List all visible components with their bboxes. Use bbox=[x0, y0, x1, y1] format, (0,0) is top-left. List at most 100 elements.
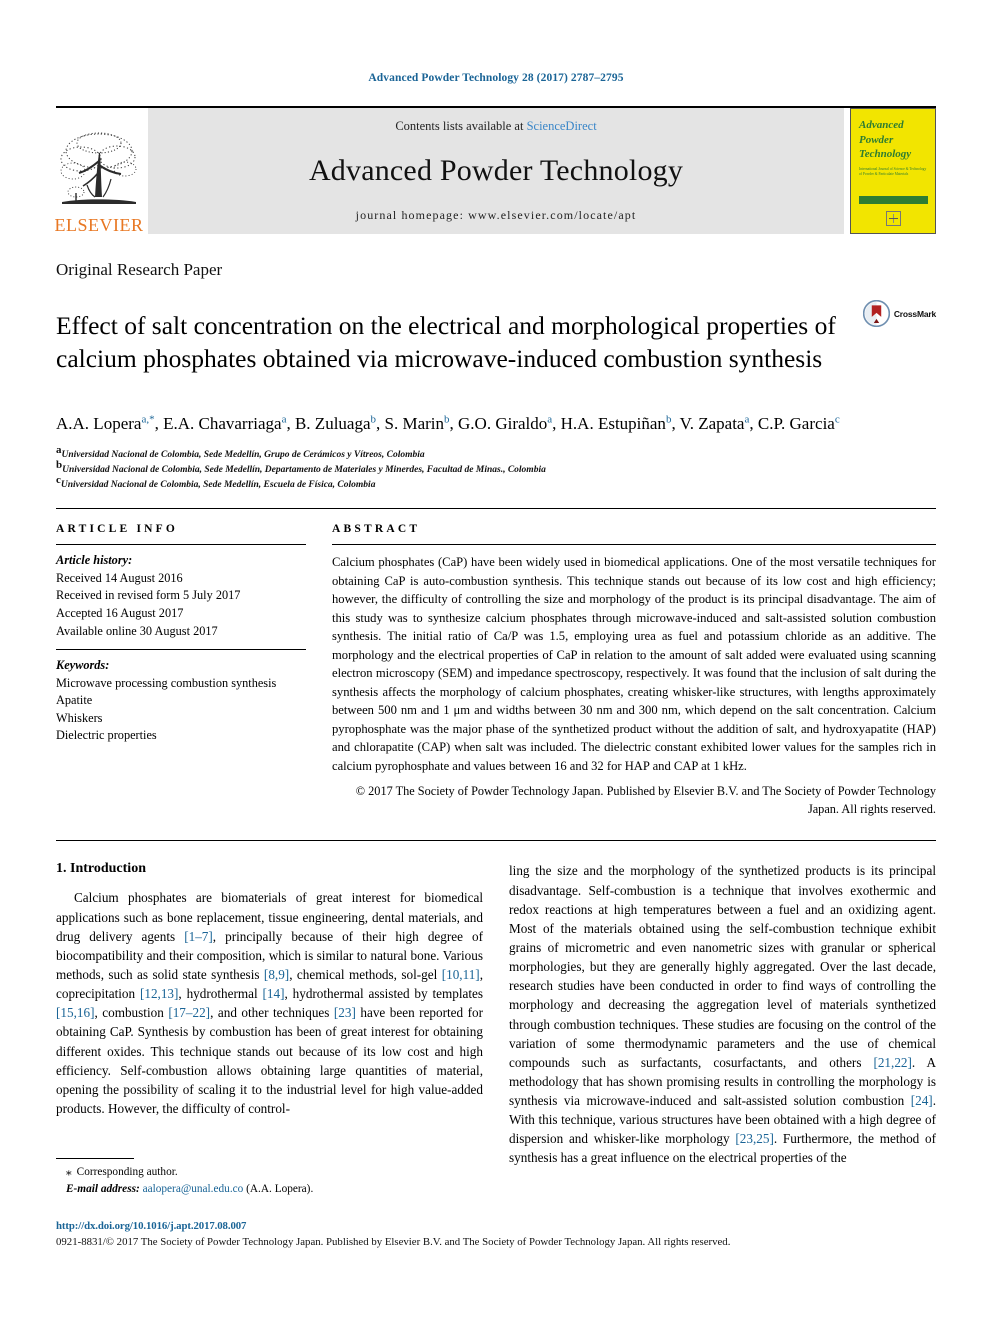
keywords-items: Microwave processing combustion synthesi… bbox=[56, 675, 306, 745]
citation-link[interactable]: [1–7] bbox=[184, 929, 213, 944]
article-history-label: Article history: bbox=[56, 553, 133, 568]
abstract-column: ABSTRACT Calcium phosphates (CaP) have b… bbox=[332, 523, 936, 818]
author-list: A.A. Loperaa,*, E.A. Chavarriagaa, B. Zu… bbox=[56, 413, 840, 433]
author-name: C.P. Garcia bbox=[757, 413, 835, 433]
cover-title-line2: Powder bbox=[859, 133, 894, 146]
citation-link[interactable]: [14] bbox=[262, 986, 284, 1001]
journal-cover-thumbnail: Advanced Powder Technology International… bbox=[850, 108, 936, 234]
citation-link[interactable]: [12,13] bbox=[140, 986, 178, 1001]
author-affiliation-mark: a,* bbox=[141, 413, 155, 426]
cover-title-line3: Technology bbox=[859, 148, 912, 161]
article-info-column: ARTICLE INFO Article history: Received 1… bbox=[56, 523, 306, 818]
doi-link[interactable]: http://dx.doi.org/10.1016/j.apt.2017.08.… bbox=[56, 1218, 936, 1234]
cover-publisher-mark bbox=[859, 211, 928, 227]
author-affiliation-mark: a bbox=[744, 413, 750, 426]
running-head: Advanced Powder Technology 28 (2017) 278… bbox=[368, 72, 624, 84]
citation-link[interactable]: [24] bbox=[911, 1093, 933, 1108]
citation-link[interactable]: [15,16] bbox=[56, 1005, 94, 1020]
citation-link[interactable]: [10,11] bbox=[442, 967, 480, 982]
affiliation-item: aUniversidad Nacional de Colombia, Sede … bbox=[56, 443, 425, 461]
author-name: S. Marin bbox=[384, 413, 445, 433]
affiliation-list: aUniversidad Nacional de Colombia, Sede … bbox=[56, 443, 936, 492]
citation-link[interactable]: [23,25] bbox=[735, 1131, 773, 1146]
cover-title-line1: Advanced bbox=[859, 119, 904, 131]
article-history-item: Received 14 August 2016 bbox=[56, 570, 183, 585]
cover-title: Advanced Powder Technology bbox=[859, 118, 928, 162]
email-suffix: (A.A. Lopera). bbox=[246, 1182, 314, 1195]
affiliation-mark: c bbox=[56, 473, 61, 486]
author-name: H.A. Estupiñan bbox=[560, 413, 666, 433]
author-name: V. Zapata bbox=[679, 413, 745, 433]
crossmark-label: CrossMark bbox=[893, 308, 936, 319]
article-history-block: Article history: Received 14 August 2016… bbox=[56, 545, 306, 649]
corresponding-author-line: ⁎ Corresponding author. bbox=[56, 1164, 476, 1181]
paper-page: Advanced Powder Technology 28 (2017) 278… bbox=[0, 0, 992, 1323]
cover-green-bar bbox=[859, 196, 928, 204]
citation-link[interactable]: [8,9] bbox=[264, 967, 289, 982]
title-row: Effect of salt concentration on the elec… bbox=[56, 292, 936, 393]
journal-homepage-link[interactable]: journal homepage: www.elsevier.com/locat… bbox=[356, 208, 637, 223]
article-history-items: Received 14 August 2016 Received in revis… bbox=[56, 570, 306, 640]
issn-copyright-line: 0921-8831/© 2017 The Society of Powder T… bbox=[56, 1236, 731, 1249]
citation-link[interactable]: [23] bbox=[334, 1005, 356, 1020]
article-history-item: Available online 30 August 2017 bbox=[56, 623, 218, 638]
sciencedirect-link[interactable]: ScienceDirect bbox=[527, 119, 597, 133]
author-affiliation-mark: b bbox=[665, 413, 672, 426]
affiliation-item: bUniversidad Nacional de Colombia, Sede … bbox=[56, 458, 546, 475]
page-title: Effect of salt concentration on the elec… bbox=[56, 311, 836, 374]
corresponding-author-text: Corresponding author. bbox=[76, 1166, 178, 1178]
intro-paragraph-right: ling the size and the morphology of the … bbox=[509, 863, 936, 1166]
body-column-right: ling the size and the morphology of the … bbox=[509, 861, 936, 1167]
info-abstract-block: ARTICLE INFO Article history: Received 1… bbox=[56, 508, 936, 818]
keywords-block: Keywords: Microwave processing combustio… bbox=[56, 650, 306, 745]
journal-title: Advanced Powder Technology bbox=[308, 154, 684, 187]
crossmark-badge[interactable]: CrossMark bbox=[862, 292, 936, 327]
affiliation-mark: b bbox=[56, 458, 63, 471]
abstract-copyright: © 2017 The Society of Powder Technology … bbox=[355, 784, 936, 817]
author-name: G.O. Giraldo bbox=[458, 413, 548, 433]
journal-band: Contents lists available at ScienceDirec… bbox=[148, 108, 844, 234]
body-columns: 1. Introduction Calcium phosphates are b… bbox=[56, 840, 936, 1167]
intro-paragraph-left: Calcium phosphates are biomaterials of g… bbox=[56, 890, 483, 1116]
email-link[interactable]: aalopera@unal.edu.co bbox=[143, 1183, 244, 1195]
citation-link[interactable]: [17–22] bbox=[168, 1005, 210, 1020]
author-affiliation-mark: a bbox=[547, 413, 553, 426]
keyword-item: Dielectric properties bbox=[56, 728, 157, 743]
keyword-item: Apatite bbox=[56, 693, 93, 708]
author-name: E.A. Chavarriaga bbox=[163, 413, 282, 433]
keywords-label: Keywords: bbox=[56, 658, 110, 673]
author-affiliation-mark: b bbox=[370, 413, 377, 426]
elsevier-mark-icon bbox=[886, 211, 901, 226]
elsevier-tree-icon bbox=[60, 132, 137, 204]
abstract-heading: ABSTRACT bbox=[332, 523, 421, 536]
crossmark-icon bbox=[862, 300, 890, 327]
cover-spacer bbox=[859, 178, 928, 196]
author-affiliation-mark: a bbox=[281, 413, 287, 426]
citation-link[interactable]: [21,22] bbox=[873, 1055, 911, 1070]
author-name: A.A. Lopera bbox=[56, 413, 142, 433]
email-line: E-mail address: aalopera@unal.edu.co (A.… bbox=[56, 1181, 476, 1198]
keyword-item: Microwave processing combustion synthesi… bbox=[56, 675, 277, 690]
author-name: B. Zuluaga bbox=[294, 413, 371, 433]
asterisk-icon: ⁎ bbox=[66, 1166, 72, 1178]
email-label: E-mail address: bbox=[66, 1182, 140, 1195]
contents-prefix: Contents lists available at bbox=[395, 119, 527, 133]
cover-subtitle: International Journal of Science & Techn… bbox=[859, 166, 927, 177]
article-info-heading: ARTICLE INFO bbox=[56, 523, 179, 536]
elsevier-logo: ELSEVIER bbox=[54, 108, 144, 235]
affiliation-item: cUniversidad Nacional de Colombia, Sede … bbox=[56, 473, 376, 490]
keyword-item: Whiskers bbox=[56, 710, 103, 725]
corresponding-author-footnote: ⁎ Corresponding author. E-mail address: a… bbox=[56, 1158, 476, 1198]
journal-masthead: ELSEVIER Contents lists available at Sci… bbox=[54, 106, 936, 235]
page-footer: http://dx.doi.org/10.1016/j.apt.2017.08.… bbox=[56, 1218, 936, 1250]
author-affiliation-mark: c bbox=[834, 413, 840, 426]
affiliation-mark: a bbox=[56, 443, 62, 456]
author-affiliation-mark: b bbox=[444, 413, 450, 426]
article-history-item: Received in revised form 5 July 2017 bbox=[56, 588, 241, 603]
article-type: Original Research Paper bbox=[56, 260, 223, 279]
contents-line: Contents lists available at ScienceDirec… bbox=[395, 119, 596, 134]
elsevier-wordmark: ELSEVIER bbox=[54, 215, 144, 235]
article-history-item: Accepted 16 August 2017 bbox=[56, 605, 184, 620]
abstract-body: Calcium phosphates (CaP) have been widel… bbox=[332, 555, 936, 773]
footnote-rule bbox=[56, 1158, 134, 1159]
